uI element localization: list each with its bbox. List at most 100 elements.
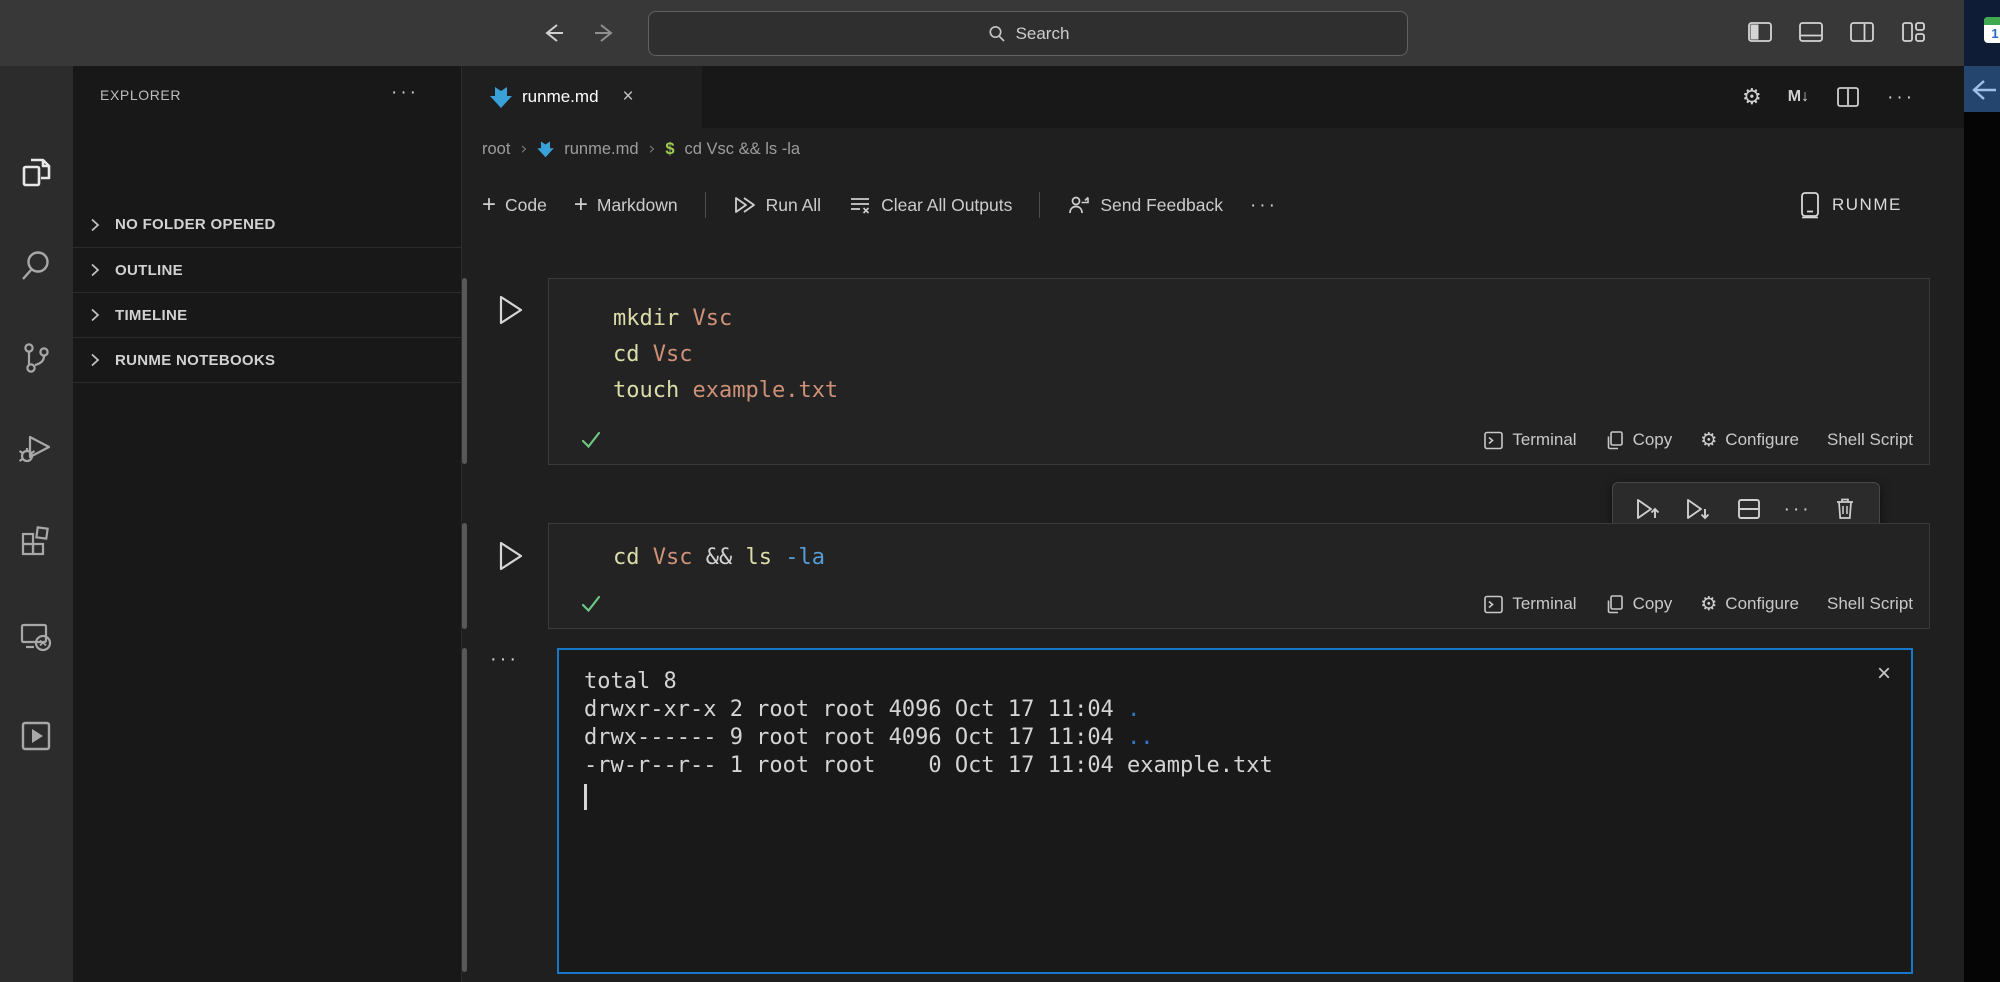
cell-1-code[interactable]: mkdir Vsccd Vsctouch example.txt	[549, 279, 1929, 409]
navigate-forward-icon[interactable]	[588, 17, 620, 49]
toggle-panel-icon[interactable]	[1796, 17, 1826, 47]
title-bar: Search	[0, 0, 1964, 66]
runme-file-icon	[537, 140, 554, 158]
execute-above-icon[interactable]	[1634, 495, 1664, 523]
terminal-button[interactable]: Terminal	[1483, 430, 1576, 451]
runme-logo-icon	[1798, 191, 1822, 219]
breadcrumb-shell-prompt: $	[665, 140, 674, 159]
run-and-debug-icon[interactable]	[14, 426, 58, 470]
background-window-header: 1	[1964, 0, 2000, 66]
toggle-secondary-sidebar-icon[interactable]	[1847, 17, 1877, 47]
back-arrow-icon	[1966, 77, 1996, 103]
chevron-right-icon	[85, 260, 105, 280]
delete-cell-trash-icon[interactable]	[1832, 495, 1858, 523]
plus-icon: +	[482, 193, 496, 217]
explorer-icon[interactable]	[14, 150, 58, 194]
sidebar-more-actions-icon[interactable]: ···	[391, 82, 419, 104]
terminal-icon	[1483, 594, 1504, 615]
cell-focus-indicator[interactable]	[462, 278, 467, 464]
close-output-icon[interactable]: ×	[1877, 660, 1891, 688]
configure-button[interactable]: ⚙ Configure	[1700, 429, 1799, 451]
output-more-actions-icon[interactable]: ···	[490, 648, 519, 671]
send-feedback-button[interactable]: Send Feedback	[1067, 194, 1223, 216]
breadcrumb-separator: ›	[649, 139, 656, 159]
cell-2-code[interactable]: cd Vsc && ls -la	[549, 524, 1929, 576]
sidebar-item-timeline[interactable]: TIMELINE	[73, 292, 461, 337]
cell-status-bar: Terminal Copy ⚙ Configure Shell Script	[1483, 429, 1913, 451]
calendar-icon: 1	[1984, 17, 2000, 43]
copy-icon	[1605, 430, 1625, 451]
runme-brand-label: RUNME	[1832, 195, 1902, 215]
terminal-output[interactable]: total 8drwxr-xr-x 2 root root 4096 Oct 1…	[557, 648, 1913, 974]
run-cell-button[interactable]	[494, 292, 526, 328]
cell-success-check-icon	[579, 428, 603, 452]
breadcrumb: root › runme.md › $ cd Vsc && ls -la	[482, 128, 800, 170]
breadcrumb-command[interactable]: cd Vsc && ls -la	[685, 140, 801, 159]
code-cell-1[interactable]: mkdir Vsccd Vsctouch example.txt Termina…	[548, 278, 1930, 465]
sidebar-explorer: EXPLORER ··· NO FOLDER OPENED OUTLINE TI…	[73, 66, 462, 982]
copy-icon	[1605, 594, 1625, 615]
activity-bar	[0, 66, 73, 982]
add-markdown-cell-button[interactable]: + Markdown	[574, 193, 678, 217]
notebook-settings-gear-icon[interactable]: ⚙	[1742, 85, 1762, 110]
chevron-right-icon	[85, 305, 105, 325]
copy-button[interactable]: Copy	[1605, 594, 1673, 615]
navigate-back-icon[interactable]	[538, 17, 570, 49]
toolbar-divider	[705, 192, 706, 218]
breadcrumb-separator: ›	[520, 139, 527, 159]
remote-explorer-icon[interactable]	[14, 614, 58, 658]
extensions-icon[interactable]	[14, 518, 58, 562]
source-control-icon[interactable]	[14, 336, 58, 380]
breadcrumb-file[interactable]: runme.md	[564, 140, 638, 159]
tab-label: runme.md	[522, 87, 599, 107]
run-all-icon	[733, 194, 757, 216]
code-cell-2[interactable]: cd Vsc && ls -la Terminal Copy ⚙ Configu…	[548, 523, 1930, 629]
chevron-right-icon	[85, 350, 105, 370]
sidebar-item-no-folder-opened[interactable]: NO FOLDER OPENED	[73, 202, 461, 247]
runme-notebooks-icon[interactable]	[14, 714, 58, 758]
command-center-search[interactable]: Search	[648, 11, 1408, 56]
cell-focus-indicator[interactable]	[462, 523, 467, 629]
execute-below-icon[interactable]	[1684, 495, 1714, 523]
copy-button[interactable]: Copy	[1605, 430, 1673, 451]
output-focus-indicator[interactable]	[462, 648, 467, 972]
vscode-window: Search 1	[0, 0, 2000, 982]
terminal-icon	[1483, 430, 1504, 451]
search-label: Search	[1016, 24, 1070, 44]
search-icon	[987, 24, 1007, 44]
sidebar-item-runme-notebooks[interactable]: RUNME NOTEBOOKS	[73, 337, 461, 382]
split-editor-icon[interactable]	[1835, 84, 1861, 110]
cell-language-label[interactable]: Shell Script	[1827, 430, 1913, 450]
run-cell-button[interactable]	[494, 538, 526, 574]
more-editor-actions-icon[interactable]: ···	[1887, 88, 1915, 107]
more-cell-actions-icon[interactable]: ···	[1784, 500, 1812, 519]
run-all-button[interactable]: Run All	[733, 194, 821, 216]
background-window-body	[1964, 112, 2000, 982]
search-view-icon[interactable]	[14, 244, 58, 288]
customize-layout-icon[interactable]	[1898, 17, 1928, 47]
add-code-cell-button[interactable]: + Code	[482, 193, 547, 217]
toolbar-divider	[1039, 192, 1040, 218]
breadcrumb-root[interactable]: root	[482, 140, 510, 159]
configure-button[interactable]: ⚙ Configure	[1700, 593, 1799, 615]
tab-runme-md[interactable]: runme.md ×	[462, 66, 702, 128]
cell-language-label[interactable]: Shell Script	[1827, 594, 1913, 614]
cell-success-check-icon	[579, 592, 603, 616]
split-cell-icon[interactable]	[1735, 495, 1763, 523]
layout-controls	[1745, 17, 1928, 47]
tab-close-icon[interactable]: ×	[623, 86, 634, 108]
clear-outputs-icon	[848, 194, 872, 216]
notebook-toolbar: + Code + Markdown Run All Clear All Outp…	[482, 182, 1278, 228]
background-window-toolbar	[1964, 66, 2000, 112]
cell-status-bar: Terminal Copy ⚙ Configure Shell Script	[1483, 593, 1913, 615]
terminal-button[interactable]: Terminal	[1483, 594, 1576, 615]
gear-icon: ⚙	[1700, 429, 1717, 451]
toggle-primary-sidebar-icon[interactable]	[1745, 17, 1775, 47]
open-markdown-preview-icon[interactable]: M↓	[1788, 88, 1809, 106]
more-toolbar-actions-icon[interactable]: ···	[1250, 196, 1278, 215]
sidebar-item-outline[interactable]: OUTLINE	[73, 247, 461, 292]
feedback-person-icon	[1067, 194, 1091, 216]
clear-all-outputs-button[interactable]: Clear All Outputs	[848, 194, 1012, 216]
play-icon	[495, 293, 525, 327]
editor-actions: ⚙ M↓ ···	[1742, 66, 1915, 128]
